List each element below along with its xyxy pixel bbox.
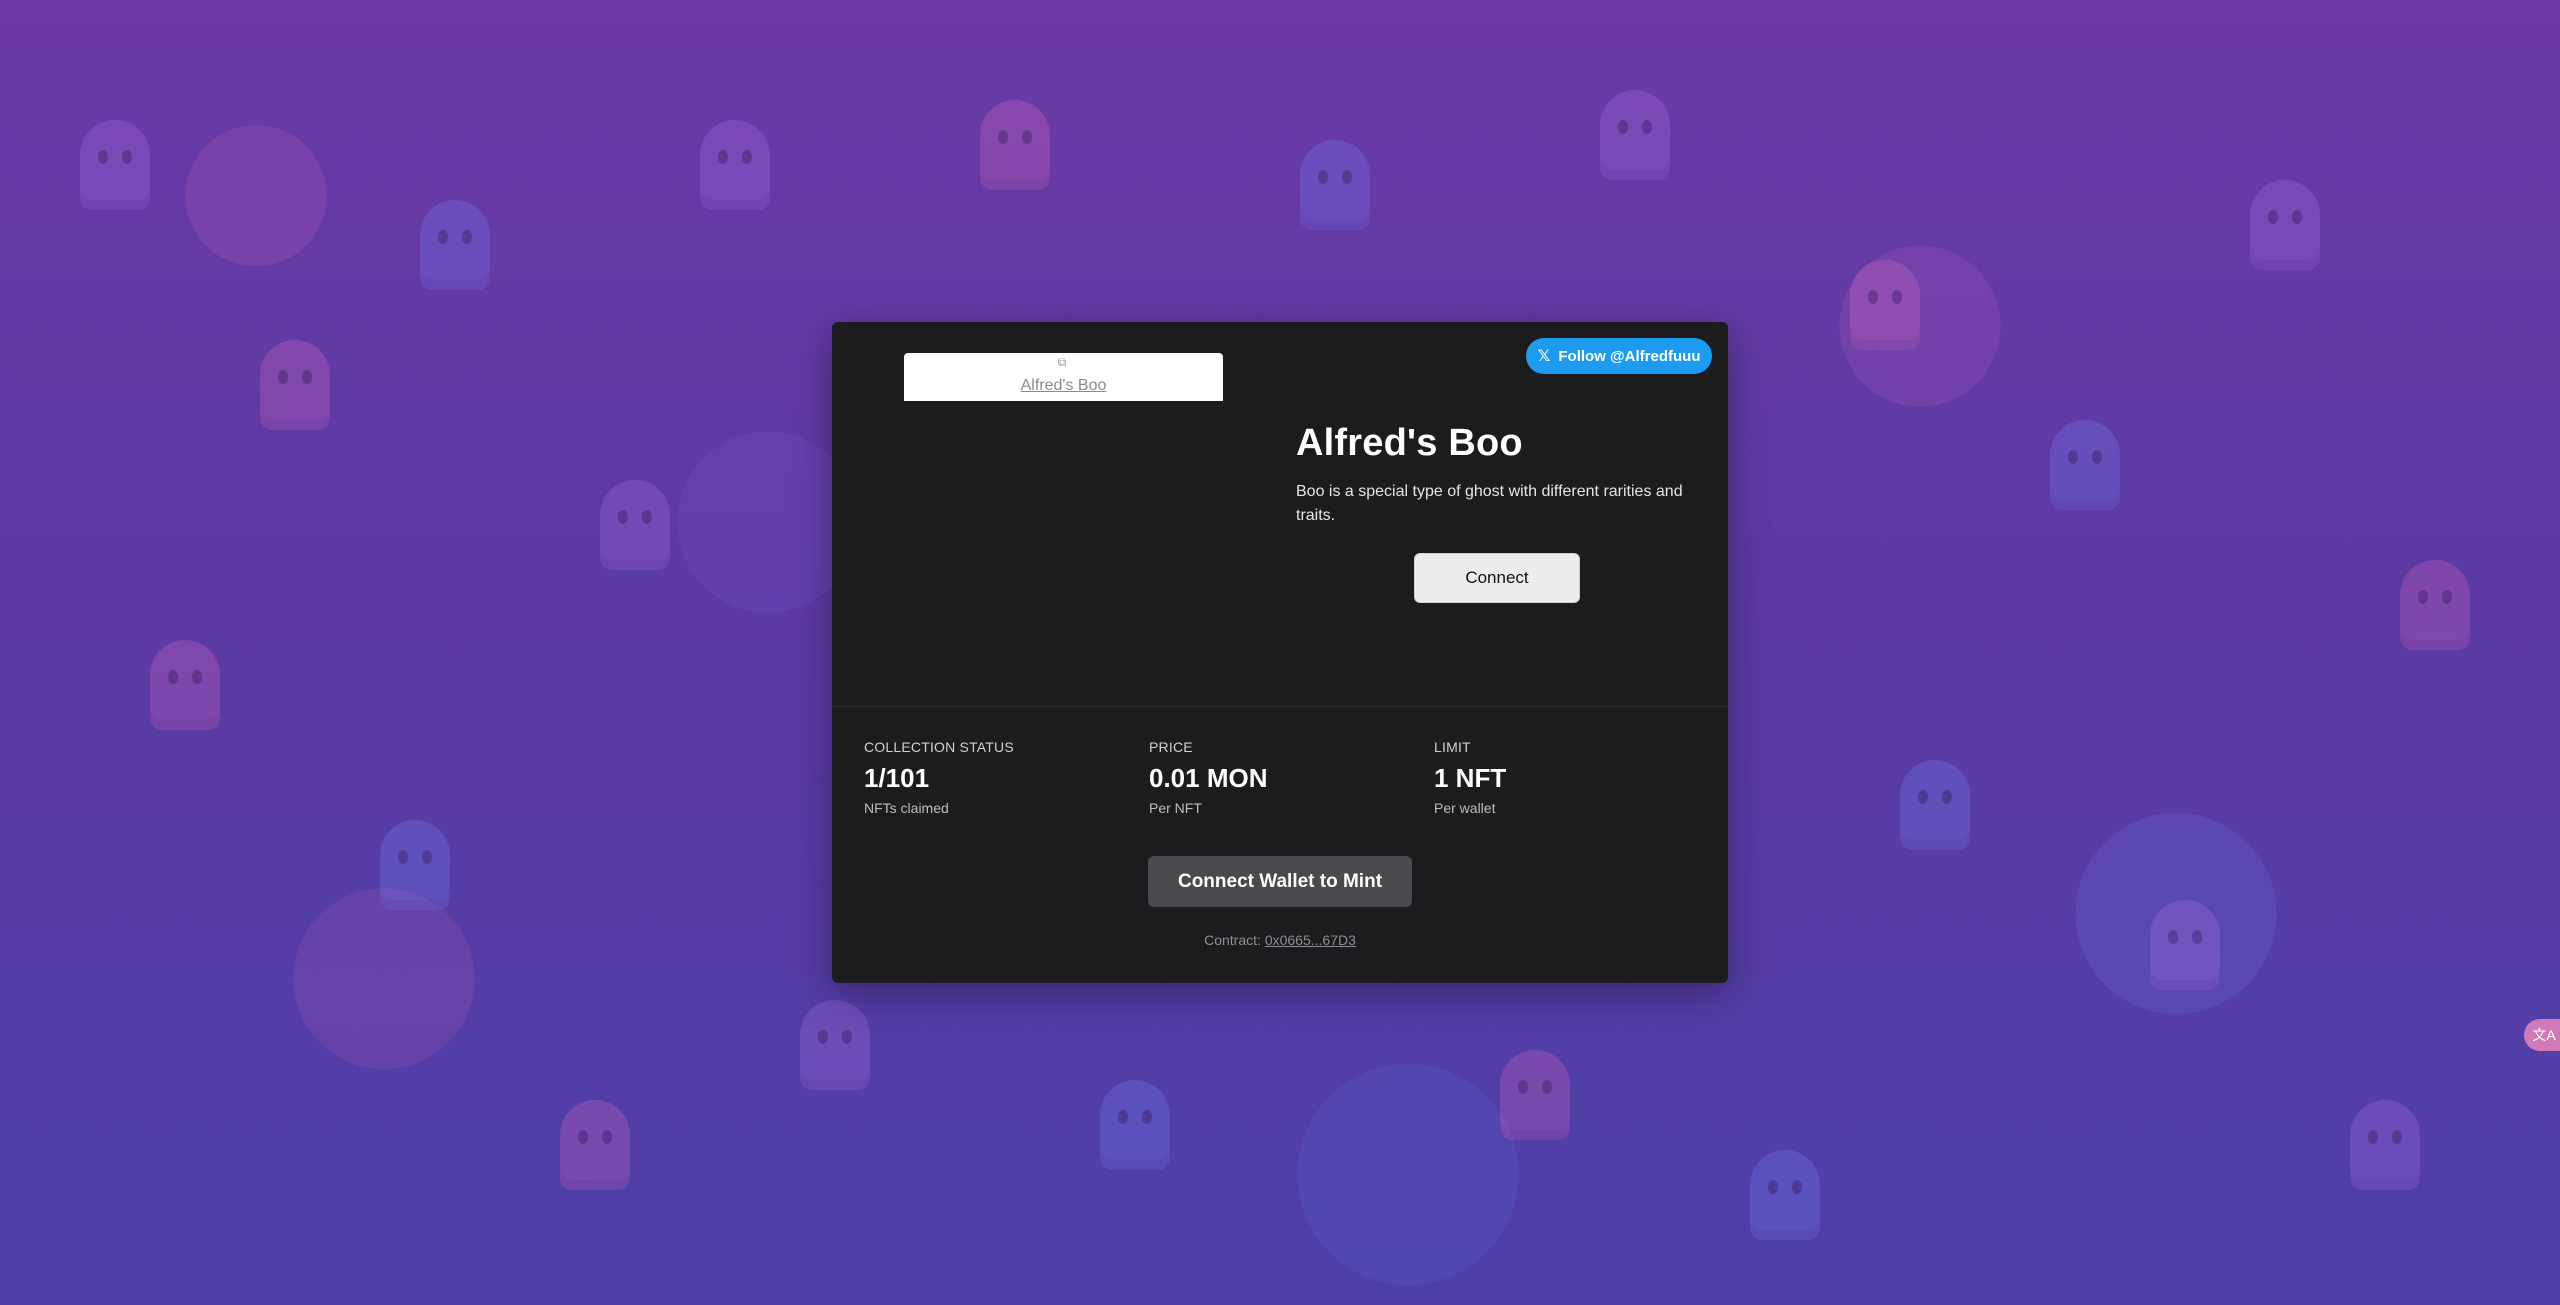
ghost-decoration: [150, 640, 220, 730]
ghost-decoration: [1850, 260, 1920, 350]
follow-twitter-button[interactable]: 𝕏 Follow @Alfredfuuu: [1526, 338, 1712, 374]
contract-label: Contract:: [1204, 932, 1261, 948]
collection-title: Alfred's Boo: [1296, 422, 1523, 464]
contract-info: Contract: 0x0665...67D3: [832, 932, 1728, 948]
ghost-decoration: [1750, 1150, 1820, 1240]
stat-value: 1/101: [864, 763, 930, 793]
stat-label: Collection Status: [864, 739, 1014, 755]
stat-value: 1 NFT: [1434, 763, 1507, 793]
contract-address-link[interactable]: 0x0665...67D3: [1265, 932, 1356, 948]
ghost-decoration: [560, 1100, 630, 1190]
ghost-decoration: [1300, 140, 1370, 230]
collection-description: Boo is a special type of ghost with diff…: [1296, 483, 1683, 524]
ghost-decoration: [1600, 90, 1670, 180]
ghost-decoration: [2350, 1100, 2420, 1190]
ghost-decoration: [700, 120, 770, 210]
translate-icon: 文A: [2532, 1027, 2556, 1043]
ghost-decoration: [800, 1000, 870, 1090]
price-stat: Price 0.01 MON Per NFT: [1149, 739, 1268, 816]
connect-button[interactable]: Connect: [1414, 553, 1580, 603]
stat-sub: NFTs claimed: [864, 800, 949, 816]
ghost-decoration: [980, 100, 1050, 190]
collection-status-stat: Collection Status 1/101 NFTs claimed: [864, 739, 1014, 816]
ghost-decoration: [1500, 1050, 1570, 1140]
ghost-decoration: [80, 120, 150, 210]
nft-image: ⧉ Alfred's Boo: [904, 353, 1223, 401]
ghost-decoration: [2050, 420, 2120, 510]
follow-button-label: Follow @Alfredfuuu: [1558, 347, 1701, 365]
ghost-decoration: [2150, 900, 2220, 990]
stat-sub: Per wallet: [1434, 800, 1496, 816]
broken-image-icon: ⧉: [1057, 355, 1067, 369]
stat-sub: Per NFT: [1149, 800, 1202, 816]
x-logo-icon: 𝕏: [1537, 348, 1551, 365]
nft-image-alt-text: Alfred's Boo: [1020, 377, 1107, 394]
translate-widget-button[interactable]: 文A: [2524, 1019, 2560, 1051]
stat-label: Price: [1149, 739, 1193, 755]
ghost-decoration: [2400, 560, 2470, 650]
ghost-decoration: [420, 200, 490, 290]
ghost-decoration: [600, 480, 670, 570]
ghost-decoration: [1100, 1080, 1170, 1170]
divider: [832, 706, 1728, 707]
ghost-decoration: [260, 340, 330, 430]
ghost-decoration: [2250, 180, 2320, 270]
stat-value: 0.01 MON: [1149, 763, 1268, 793]
limit-stat: Limit 1 NFT Per wallet: [1434, 739, 1506, 816]
connect-wallet-to-mint-button[interactable]: Connect Wallet to Mint: [1148, 856, 1412, 907]
ghost-decoration: [380, 820, 450, 910]
mint-card: 𝕏 Follow @Alfredfuuu ⧉ Alfred's Boo Alfr…: [832, 322, 1728, 983]
stat-label: Limit: [1434, 739, 1471, 755]
ghost-decoration: [1900, 760, 1970, 850]
